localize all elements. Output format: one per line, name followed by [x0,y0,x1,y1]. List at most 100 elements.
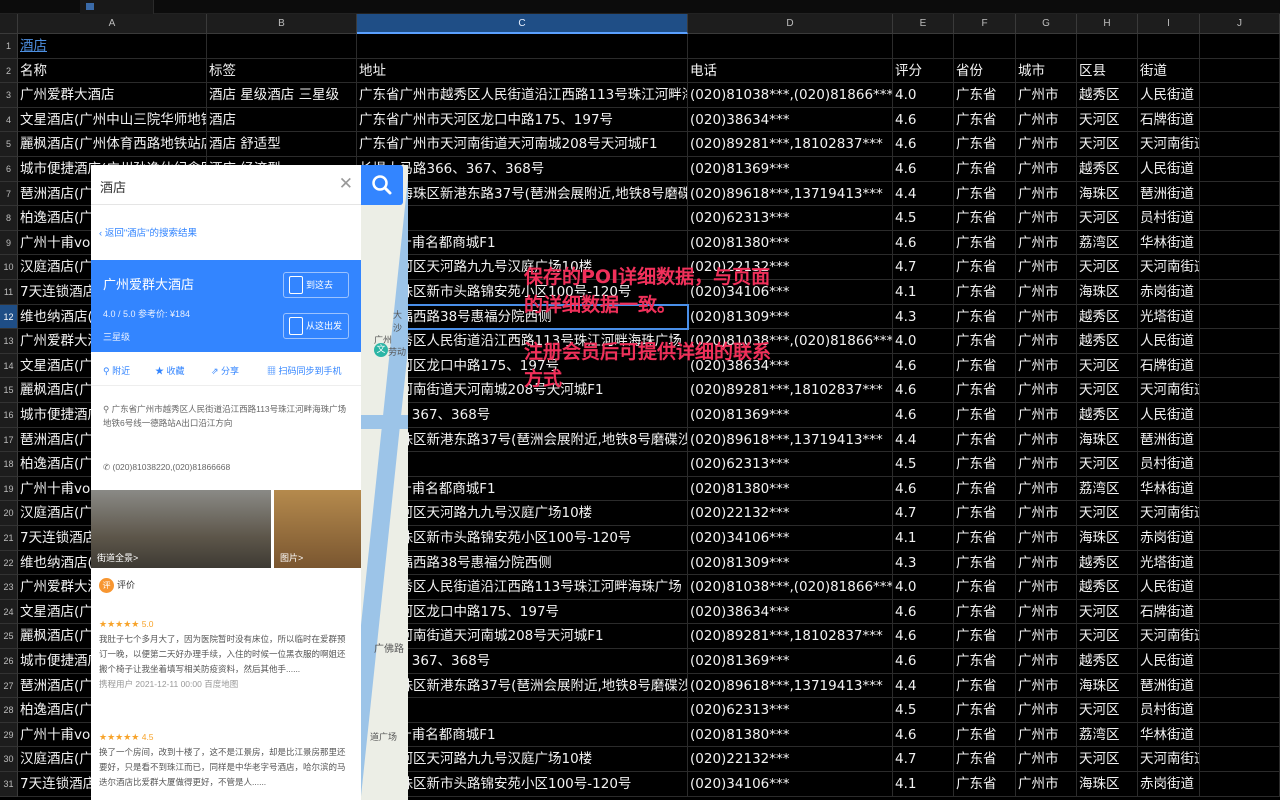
column-header-g[interactable]: G [1016,14,1077,34]
table-cell[interactable] [1200,772,1280,797]
select-all-corner[interactable] [0,14,18,34]
table-cell[interactable]: 人民街道 [1138,83,1200,108]
table-cell[interactable]: 广东省 [954,501,1016,526]
table-cell[interactable]: 4.3 [893,304,954,330]
table-cell[interactable]: 广东省 [954,747,1016,772]
table-cell[interactable] [688,34,893,59]
table-cell[interactable]: 4.1 [893,526,954,551]
row-header[interactable]: 15 [0,378,18,403]
table-cell[interactable]: 4.1 [893,280,954,305]
table-cell[interactable]: 4.6 [893,353,954,379]
table-cell[interactable]: 石牌街道 [1138,107,1200,133]
table-cell[interactable]: 天河南街道 [1138,378,1200,403]
row-header[interactable]: 16 [0,403,18,428]
table-cell[interactable]: 越秀区 [1077,157,1138,182]
table-cell[interactable] [1200,599,1280,625]
table-cell[interactable]: 4.0 [893,83,954,108]
table-cell[interactable]: 天河南街道 [1138,624,1200,649]
table-cell[interactable]: 天河区 [1077,599,1138,625]
table-cell[interactable]: (020)89618***,13719413*** [688,427,893,453]
table-cell[interactable]: 4.5 [893,206,954,231]
table-cell[interactable]: 4.7 [893,501,954,526]
table-cell[interactable]: 广东省 [954,157,1016,182]
table-cell[interactable]: 越秀区 [1077,550,1138,576]
row-header[interactable]: 1 [0,34,18,59]
table-cell[interactable]: 4.6 [893,132,954,157]
table-cell[interactable] [1200,575,1280,600]
table-cell[interactable]: 天河南街道 [1138,255,1200,280]
table-cell[interactable] [1200,722,1280,748]
table-cell[interactable]: (020)81380*** [688,230,893,256]
table-cell[interactable] [1200,476,1280,502]
table-cell[interactable] [1200,353,1280,379]
row-header[interactable]: 4 [0,107,18,133]
table-cell[interactable] [1200,452,1280,477]
table-cell[interactable]: 天河区 [1077,747,1138,772]
table-cell[interactable] [1200,132,1280,157]
row-header[interactable]: 19 [0,476,18,502]
table-cell[interactable]: 人民街道 [1138,403,1200,428]
table-cell[interactable]: 天河区 [1077,698,1138,723]
table-cell[interactable]: 广州爱群大酒店 [18,83,207,108]
table-cell[interactable]: 广州市 [1016,599,1077,625]
table-cell[interactable]: (020)62313*** [688,452,893,477]
table-cell[interactable]: 越秀区 [1077,403,1138,428]
table-cell[interactable]: 麗枫酒店(广州体育西路地铁站店 [18,132,207,157]
table-cell[interactable]: 广州市 [1016,427,1077,453]
row-header[interactable]: 28 [0,698,18,723]
table-cell[interactable]: 广东省 [954,403,1016,428]
row-header[interactable]: 17 [0,427,18,453]
table-cell[interactable]: 赤岗街道 [1138,526,1200,551]
table-cell[interactable]: 越秀区 [1077,649,1138,674]
row-header[interactable]: 9 [0,230,18,256]
table-cell[interactable]: 广东省 [954,83,1016,108]
table-cell[interactable]: 员村街道 [1138,206,1200,231]
table-cell[interactable]: 广东省 [954,304,1016,330]
column-header-a[interactable]: A [18,14,207,34]
table-cell[interactable]: 广州市 [1016,673,1077,699]
table-cell[interactable]: 越秀区 [1077,304,1138,330]
table-cell[interactable]: 广州市 [1016,132,1077,157]
table-cell[interactable]: 广州市 [1016,501,1077,526]
table-cell[interactable] [1200,698,1280,723]
row-header[interactable]: 18 [0,452,18,477]
table-cell[interactable]: 4.4 [893,181,954,207]
table-cell[interactable]: (020)34106*** [688,526,893,551]
table-cell[interactable]: 天河区 [1077,107,1138,133]
table-cell[interactable]: 赤岗街道 [1138,772,1200,797]
table-cell[interactable]: 员村街道 [1138,452,1200,477]
table-cell[interactable]: (020)89281***,18102837*** [688,378,893,403]
row-header[interactable]: 3 [0,83,18,108]
table-cell[interactable]: 海珠区 [1077,673,1138,699]
table-cell[interactable]: 天河区 [1077,624,1138,649]
table-cell[interactable]: 广东省 [954,673,1016,699]
table-cell[interactable]: 4.6 [893,649,954,674]
column-title-cell[interactable]: 区县 [1077,58,1138,84]
table-cell[interactable] [1077,34,1138,59]
table-cell[interactable]: 广州市 [1016,206,1077,231]
table-cell[interactable]: 广东省 [954,353,1016,379]
row-header[interactable]: 12 [0,304,18,330]
column-title-cell[interactable]: 标签 [207,58,357,84]
table-cell[interactable]: 4.5 [893,698,954,723]
table-cell[interactable]: 广东省 [954,526,1016,551]
photos-thumbnail[interactable]: 图片> [274,490,361,568]
table-cell[interactable]: 广州市 [1016,649,1077,674]
back-to-results-link[interactable]: ‹ 返回"酒店"的搜索结果 [99,225,197,239]
table-cell[interactable]: 石牌街道 [1138,599,1200,625]
table-cell[interactable]: 4.3 [893,550,954,576]
qr-sync-button[interactable]: ▦ 扫码同步到手机 [267,364,342,377]
table-cell[interactable]: 4.6 [893,107,954,133]
table-cell[interactable]: (020)81380*** [688,722,893,748]
column-title-cell[interactable]: 评分 [893,58,954,84]
go-here-button[interactable]: 到这去 [283,272,349,298]
table-cell[interactable]: 酒店 舒适型 [207,132,357,157]
table-cell[interactable]: 天河区 [1077,501,1138,526]
table-cell[interactable]: 广东省 [954,107,1016,133]
table-cell[interactable] [1200,649,1280,674]
row-header[interactable]: 27 [0,673,18,699]
table-cell[interactable]: (020)81038***,(020)81866*** [688,83,893,108]
column-header-h[interactable]: H [1077,14,1138,34]
table-cell[interactable]: 4.6 [893,599,954,625]
table-cell[interactable] [1200,58,1280,84]
